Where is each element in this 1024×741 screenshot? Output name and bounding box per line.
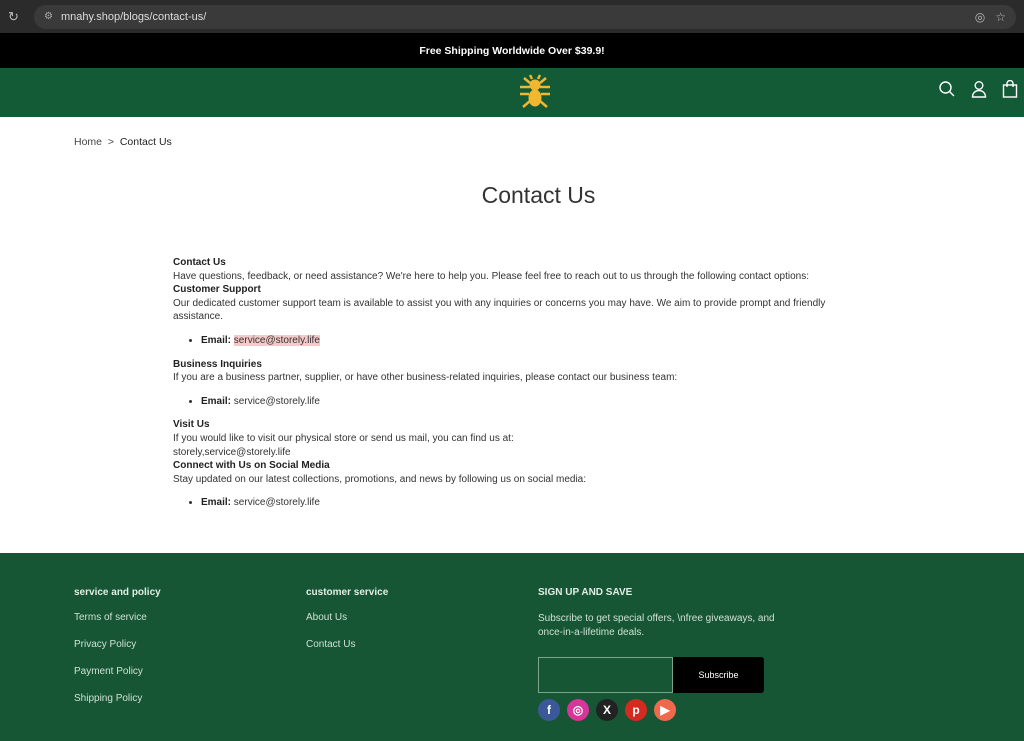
- footer-link-contact[interactable]: Contact Us: [306, 639, 388, 650]
- reload-icon[interactable]: ↻: [8, 9, 28, 25]
- site-header: [0, 68, 1024, 117]
- paragraph: Stay updated on our latest collections, …: [173, 473, 587, 485]
- footer-heading: customer service: [306, 587, 389, 598]
- paragraph: If you would like to visit our physical …: [173, 432, 514, 444]
- breadcrumb: Home > Contact Us: [74, 136, 172, 148]
- search-icon[interactable]: [938, 80, 956, 98]
- paragraph: Have questions, feedback, or need assist…: [173, 270, 810, 282]
- subscribe-button[interactable]: Subscribe: [673, 657, 764, 693]
- footer-col-service: customer service About Us Contact Us: [306, 587, 388, 666]
- breadcrumb-home[interactable]: Home: [74, 136, 102, 148]
- x-icon[interactable]: X: [596, 699, 618, 721]
- heading-visit: Visit Us: [173, 419, 210, 431]
- url-text: mnahy.shop/blogs/contact-us/: [60, 10, 207, 23]
- footer-link-shipping[interactable]: Shipping Policy: [74, 693, 161, 704]
- newsletter-email-input[interactable]: [538, 657, 673, 693]
- footer-col-policy: service and policy Terms of service Priv…: [74, 587, 161, 720]
- spider-logo-icon[interactable]: [517, 74, 553, 115]
- signup-description: Subscribe to get special offers, \nfree …: [538, 613, 775, 638]
- email-link[interactable]: service@storely.life: [234, 396, 320, 407]
- page-title: Contact Us: [481, 182, 596, 208]
- announcement-bar: Free Shipping Worldwide Over $39.9!: [0, 33, 1024, 68]
- footer-col-signup: SIGN UP AND SAVE Subscribe to get specia…: [538, 587, 778, 721]
- youtube-icon[interactable]: ▶: [654, 699, 676, 721]
- email-link[interactable]: service@storely.life: [234, 497, 320, 508]
- list-item: Email: service@storely.life: [201, 395, 873, 409]
- heading-social: Connect with Us on Social Media: [173, 460, 330, 472]
- facebook-icon[interactable]: f: [538, 699, 560, 721]
- breadcrumb-current: Contact Us: [119, 136, 172, 148]
- heading-contact: Contact Us: [173, 257, 226, 268]
- heading-business: Business Inquiries: [173, 358, 262, 370]
- email-link[interactable]: service@storely.life: [233, 334, 320, 346]
- star-icon[interactable]: ☆: [995, 10, 1006, 24]
- cart-icon[interactable]: [1002, 80, 1018, 98]
- account-icon[interactable]: [970, 80, 988, 98]
- list-item: Email: service@storely.life: [201, 496, 873, 510]
- instagram-icon[interactable]: ◎: [567, 699, 589, 721]
- site-settings-icon[interactable]: ⚙: [44, 11, 53, 22]
- paragraph: storely,service@storely.life: [173, 446, 291, 458]
- browser-toolbar: ↻ ⚙ mnahy.shop/blogs/contact-us/ ◎ ☆: [0, 0, 1024, 33]
- footer-heading: service and policy: [74, 587, 161, 598]
- footer-link-privacy[interactable]: Privacy Policy: [74, 639, 161, 650]
- breadcrumb-separator: >: [107, 136, 114, 148]
- footer-link-payment[interactable]: Payment Policy: [74, 666, 161, 677]
- footer-heading: SIGN UP AND SAVE: [538, 587, 633, 598]
- site-footer: service and policy Terms of service Priv…: [0, 553, 1024, 741]
- list-item: Email: service@storely.life: [201, 334, 873, 348]
- paragraph: Our dedicated customer support team is a…: [173, 297, 826, 323]
- address-bar[interactable]: ⚙ mnahy.shop/blogs/contact-us/ ◎ ☆: [34, 4, 1016, 29]
- article-content: Contact Us Have questions, feedback, or …: [173, 256, 873, 520]
- footer-link-about[interactable]: About Us: [306, 612, 388, 623]
- eye-off-icon[interactable]: ◎: [975, 10, 985, 24]
- paragraph: If you are a business partner, supplier,…: [173, 372, 678, 384]
- footer-link-terms[interactable]: Terms of service: [74, 612, 161, 623]
- pinterest-icon[interactable]: p: [625, 699, 647, 721]
- heading-support: Customer Support: [173, 284, 261, 296]
